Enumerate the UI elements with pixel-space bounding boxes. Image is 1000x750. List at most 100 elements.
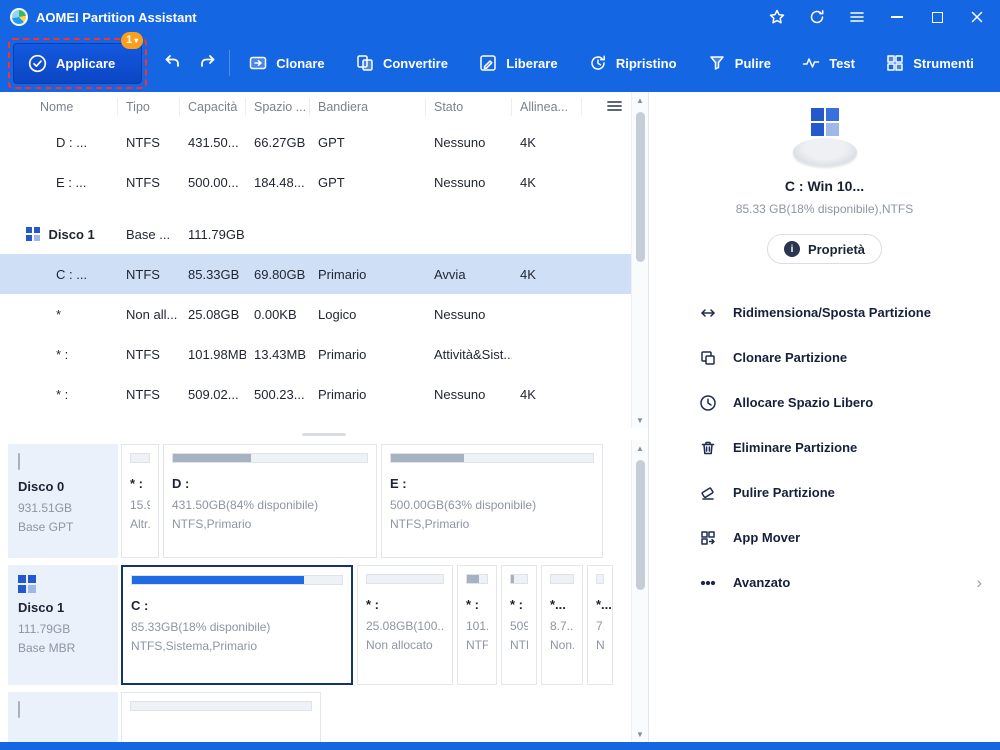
table-scrollbar-thumb[interactable] (636, 112, 645, 262)
restore-icon (591, 55, 605, 70)
properties-button[interactable]: i Proprietà (766, 234, 883, 264)
resize-arrows-icon (701, 308, 715, 317)
disk2-info[interactable] (8, 692, 118, 742)
disk-panel-0: Disco 0 931.51GB Base GPT * : 15.9... Al… (8, 444, 624, 558)
action-menu: Ridimensiona/Sposta Partizione Clonare P… (649, 290, 1000, 605)
title-bar: AOMEI Partition Assistant (0, 0, 1000, 34)
column-header-spazio[interactable]: Spazio ... (246, 98, 310, 116)
clock-icon (700, 394, 716, 411)
column-header-capacita[interactable]: Capacità (180, 98, 246, 116)
table-row-system[interactable]: * : NTFS 101.98MB 13.43MB Primario Attiv… (0, 334, 631, 374)
disk-panel-partial (8, 692, 624, 742)
toolbar-item-convert[interactable]: Convertire (355, 53, 448, 73)
check-circle-icon (28, 54, 47, 72)
table-row-d[interactable]: D : ... NTFS 431.50... 66.27GB GPT Nessu… (0, 122, 631, 162)
toolbar-item-wipe[interactable]: Pulire (707, 53, 771, 73)
column-header-nome[interactable]: Nome (0, 98, 118, 116)
partition-card[interactable]: *... 8.7... Non... (541, 565, 583, 685)
table-row-e[interactable]: E : ... NTFS 500.00... 184.48... GPT Nes… (0, 162, 631, 202)
clone-partition-icon (701, 350, 715, 365)
panel-splitter[interactable] (0, 428, 648, 440)
menu-item-app-mover[interactable]: App Mover (649, 515, 1000, 560)
partition-card-c-selected[interactable]: C : 85.33GB(18% disponibile) NTFS,Sistem… (121, 565, 353, 685)
partition-table: Nome Tipo Capacità Spazio ... Bandiera S… (0, 92, 648, 428)
pending-operations-badge[interactable]: 1 ▾ (121, 31, 144, 49)
toolbar-separator (229, 50, 231, 76)
wipe-icon (710, 56, 724, 70)
clone-icon (250, 56, 267, 70)
menu-item-delete-partition[interactable]: Eliminare Partizione (649, 425, 1000, 470)
disk-icon (26, 227, 40, 241)
selected-partition-info: 85.33 GB(18% disponibile),NTFS (735, 202, 914, 216)
table-header: Nome Tipo Capacità Spazio ... Bandiera S… (0, 92, 631, 122)
convert-icon (357, 55, 373, 71)
toolbar-item-free-up[interactable]: Liberare (478, 53, 558, 73)
eraser-icon (701, 486, 714, 500)
toolbar-item-test[interactable]: Test (801, 53, 855, 73)
column-header-stato[interactable]: Stato (426, 98, 512, 116)
partition-card[interactable] (121, 692, 321, 742)
action-sidebar: C : Win 10... 85.33 GB(18% disponibile),… (648, 92, 1000, 742)
app-logo-icon (10, 8, 28, 26)
partition-card[interactable]: * : 509... NTF... (501, 565, 537, 685)
refresh-icon[interactable] (808, 8, 826, 26)
menu-item-advanced[interactable]: Avanzato › (649, 560, 1000, 605)
disk0-info[interactable]: Disco 0 931.51GB Base GPT (8, 444, 118, 558)
menu-item-wipe-partition[interactable]: Pulire Partizione (649, 470, 1000, 515)
table-row-recovery[interactable]: * : NTFS 509.02... 500.23... Primario Ne… (0, 374, 631, 414)
undo-button[interactable] (161, 52, 183, 74)
redo-button[interactable] (197, 52, 219, 74)
chevron-right-icon: › (976, 572, 982, 592)
partition-card[interactable]: *... 7... N... (587, 565, 613, 685)
toolbar-item-restore[interactable]: Ripristino (588, 53, 677, 73)
app-mover-icon (701, 530, 715, 545)
windows-logo-icon (810, 108, 839, 136)
test-icon (802, 58, 820, 68)
info-icon: i (783, 241, 800, 257)
menu-item-allocate-free-space[interactable]: Allocare Spazio Libero (649, 380, 1000, 425)
favorite-star-icon[interactable] (768, 8, 786, 26)
menu-item-resize-move[interactable]: Ridimensiona/Sposta Partizione (649, 290, 1000, 335)
menu-icon[interactable] (848, 8, 866, 26)
toolbar-item-clone[interactable]: Clonare (248, 53, 325, 73)
close-button[interactable] (968, 8, 986, 26)
selected-disk-graphic (790, 108, 860, 166)
toolbar: Applicare 1 ▾ Clonare Convertire Liberar… (0, 31, 1000, 92)
trash-icon (701, 441, 715, 454)
status-bar (0, 742, 1000, 750)
column-header-tipo[interactable]: Tipo (118, 98, 180, 116)
hdd-icon (18, 701, 20, 718)
partition-card[interactable]: * : 15.9... Altr... (121, 444, 159, 558)
table-scrollbar[interactable]: ▲ ▼ (631, 92, 648, 428)
selected-partition-title: C : Win 10... (784, 178, 865, 194)
system-disk-icon (18, 575, 108, 593)
app-window: AOMEI Partition Assistant Applicare 1 ▾ … (0, 0, 1000, 750)
disk-map-scrollbar[interactable]: ▲ ▼ (631, 440, 648, 742)
table-row-c-selected[interactable]: C : ... NTFS 85.33GB 69.80GB Primario Av… (0, 254, 631, 294)
apply-button-label: Applicare (56, 55, 116, 71)
column-header-bandiera[interactable]: Bandiera (310, 98, 426, 116)
scroll-down-icon[interactable]: ▼ (632, 412, 648, 428)
menu-item-clone-partition[interactable]: Clonare Partizione (649, 335, 1000, 380)
table-row-unallocated[interactable]: * Non all... 25.08GB 0.00KB Logico Nessu… (0, 294, 631, 334)
minimize-button[interactable] (888, 8, 906, 26)
ellipsis-icon (700, 580, 716, 585)
partition-card-e[interactable]: E : 500.00GB(63% disponibile) NTFS,Prima… (381, 444, 603, 558)
scroll-down-icon[interactable]: ▼ (632, 726, 648, 742)
scroll-up-icon[interactable]: ▲ (632, 92, 648, 108)
apply-button[interactable]: Applicare (13, 42, 143, 84)
free-up-icon (480, 55, 496, 71)
disk-scrollbar-thumb[interactable] (636, 460, 645, 590)
table-row-disco1[interactable]: Disco 1 Base ... 111.79GB (0, 214, 631, 254)
disk1-info[interactable]: Disco 1 111.79GB Base MBR (8, 565, 118, 685)
partition-card-d[interactable]: D : 431.50GB(84% disponibile) NTFS,Prima… (163, 444, 377, 558)
scroll-up-icon[interactable]: ▲ (632, 440, 648, 456)
column-header-allinea[interactable]: Allinea... (512, 98, 582, 116)
column-options-icon[interactable] (607, 100, 622, 115)
partition-card[interactable]: * : 101... NTF... (457, 565, 497, 685)
maximize-button[interactable] (928, 8, 946, 26)
toolbar-item-tools[interactable]: Strumenti (885, 53, 974, 73)
partition-card-unallocated[interactable]: * : 25.08GB(100... Non allocato (357, 565, 453, 685)
tools-icon (887, 55, 903, 71)
disk-map: Disco 0 931.51GB Base GPT * : 15.9... Al… (0, 440, 648, 742)
